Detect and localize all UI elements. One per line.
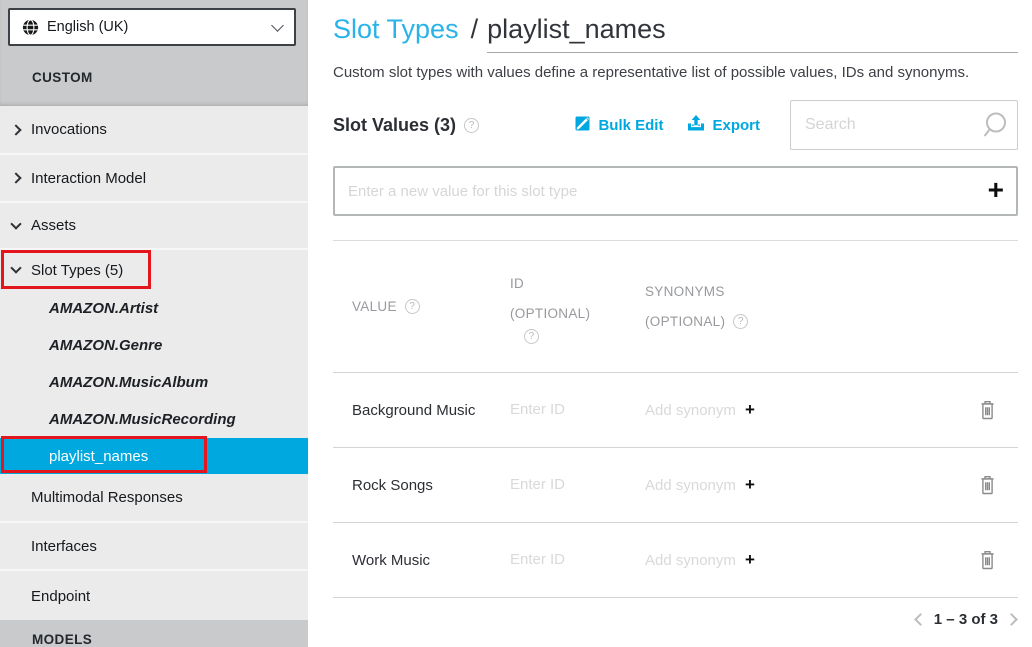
sidebar-item-multimodal-responses[interactable]: Multimodal Responses (0, 474, 308, 523)
synonym-input[interactable] (645, 477, 741, 494)
page-title: playlist_names (487, 14, 666, 44)
delete-row-button[interactable] (978, 475, 997, 496)
section-header-models: MODELS (0, 620, 308, 647)
column-header-synonyms-line1: SYNONYMS (645, 277, 978, 307)
sidebar-item-label: AMAZON.Genre (49, 337, 162, 354)
sidebar-item-label: Invocations (31, 121, 107, 138)
help-icon[interactable]: ? (733, 314, 748, 329)
sidebar-item-label: AMAZON.Artist (49, 300, 158, 317)
slot-type-name-field[interactable]: playlist_names (487, 14, 1018, 53)
delete-row-button[interactable] (978, 400, 997, 421)
sidebar-item-endpoint[interactable]: Endpoint (0, 571, 308, 621)
sidebar-item-assets[interactable]: Assets (0, 203, 308, 250)
chevron-right-icon (10, 172, 21, 183)
chevron-right-icon (10, 124, 21, 135)
section-header-custom: CUSTOM (32, 70, 93, 85)
chevron-down-icon (10, 262, 21, 273)
chevron-down-icon (10, 218, 21, 229)
delete-row-button[interactable] (978, 550, 997, 571)
slot-values-toolbar: Slot Values (3) ? Bulk Edit (333, 100, 1018, 150)
search-box (790, 100, 1018, 150)
column-header-id-line1: ID (510, 269, 645, 299)
table-row: Work Music + (333, 523, 1018, 598)
column-header-synonyms: SYNONYMS (OPTIONAL) ? (645, 277, 978, 337)
column-header-id: ID (OPTIONAL) ? (510, 269, 645, 344)
column-header-synonyms-line2: (OPTIONAL) (645, 307, 725, 337)
add-value-button[interactable]: + (988, 172, 1004, 208)
bulk-edit-button[interactable]: Bulk Edit (574, 115, 663, 136)
language-selector[interactable]: English (UK) (8, 8, 296, 46)
trash-icon (978, 400, 997, 421)
breadcrumb: Slot Types / playlist_names (333, 14, 1018, 53)
slot-values-heading: Slot Values (3) (333, 115, 456, 136)
sidebar-header: English (UK) CUSTOM (0, 0, 308, 106)
pagination-next-icon[interactable] (1005, 613, 1018, 626)
trash-icon (978, 550, 997, 571)
page-description: Custom slot types with values define a r… (333, 64, 1018, 81)
sidebar: English (UK) CUSTOM Invocations Interact… (0, 0, 308, 647)
search-icon[interactable] (980, 110, 1010, 145)
trash-icon (978, 475, 997, 496)
breadcrumb-separator: / (471, 14, 479, 45)
sidebar-item-amazon-musicalbum[interactable]: AMAZON.MusicAlbum (0, 364, 308, 401)
id-input[interactable] (510, 476, 620, 493)
help-icon[interactable]: ? (464, 118, 479, 133)
help-icon[interactable]: ? (405, 299, 420, 314)
sidebar-item-amazon-genre[interactable]: AMAZON.Genre (0, 327, 308, 364)
pagination: 1 – 3 of 3 (333, 611, 1018, 628)
table-row: Background Music + (333, 373, 1018, 448)
sidebar-item-amazon-musicrecording[interactable]: AMAZON.MusicRecording (0, 401, 308, 438)
sidebar-item-label: Endpoint (31, 588, 90, 605)
bulk-edit-label: Bulk Edit (598, 117, 663, 134)
sidebar-item-amazon-artist[interactable]: AMAZON.Artist (0, 290, 308, 327)
new-slot-value-input[interactable] (335, 168, 1016, 214)
sidebar-item-invocations[interactable]: Invocations (0, 106, 308, 155)
pagination-label: 1 – 3 of 3 (934, 611, 998, 628)
globe-icon (22, 19, 39, 36)
sidebar-item-label: AMAZON.MusicRecording (49, 411, 236, 428)
pagination-prev-icon[interactable] (914, 613, 927, 626)
add-synonym-button[interactable]: + (745, 400, 755, 420)
slot-value-label: Work Music (352, 552, 510, 569)
sidebar-item-interfaces[interactable]: Interfaces (0, 523, 308, 571)
main-content: Slot Types / playlist_names Custom slot … (308, 0, 1032, 647)
column-header-value: VALUE ? (352, 299, 510, 314)
export-button[interactable]: Export (687, 115, 760, 136)
add-synonym-button[interactable]: + (745, 550, 755, 570)
new-slot-value-row: + (333, 166, 1018, 216)
sidebar-item-label: Multimodal Responses (31, 489, 183, 506)
sidebar-item-label: AMAZON.MusicAlbum (49, 374, 208, 391)
id-input[interactable] (510, 401, 620, 418)
sidebar-item-label: Interfaces (31, 538, 97, 555)
sidebar-item-label: Slot Types (5) (31, 262, 123, 279)
synonym-input[interactable] (645, 402, 741, 419)
help-icon[interactable]: ? (524, 329, 539, 344)
bulk-edit-icon (574, 115, 591, 136)
sidebar-item-label: Interaction Model (31, 170, 146, 187)
id-input[interactable] (510, 551, 620, 568)
synonym-input[interactable] (645, 552, 741, 569)
table-row: Rock Songs + (333, 448, 1018, 523)
sidebar-item-slot-types[interactable]: Slot Types (5) (0, 250, 308, 290)
column-header-value-label: VALUE (352, 299, 397, 314)
chevron-down-icon (271, 19, 284, 32)
slot-value-label: Rock Songs (352, 477, 510, 494)
slot-value-label: Background Music (352, 402, 510, 419)
slot-values-table: VALUE ? ID (OPTIONAL) ? SYNONYMS (OPTION… (333, 240, 1018, 598)
sidebar-item-label: playlist_names (49, 448, 148, 465)
sidebar-item-playlist-names[interactable]: playlist_names (0, 438, 308, 474)
export-label: Export (712, 117, 760, 134)
language-selector-value: English (UK) (47, 19, 273, 35)
table-header-row: VALUE ? ID (OPTIONAL) ? SYNONYMS (OPTION… (333, 241, 1018, 373)
add-synonym-button[interactable]: + (745, 475, 755, 495)
sidebar-item-interaction-model[interactable]: Interaction Model (0, 155, 308, 203)
export-icon (687, 115, 705, 136)
breadcrumb-slot-types-link[interactable]: Slot Types (333, 14, 459, 45)
sidebar-item-label: Assets (31, 217, 76, 234)
